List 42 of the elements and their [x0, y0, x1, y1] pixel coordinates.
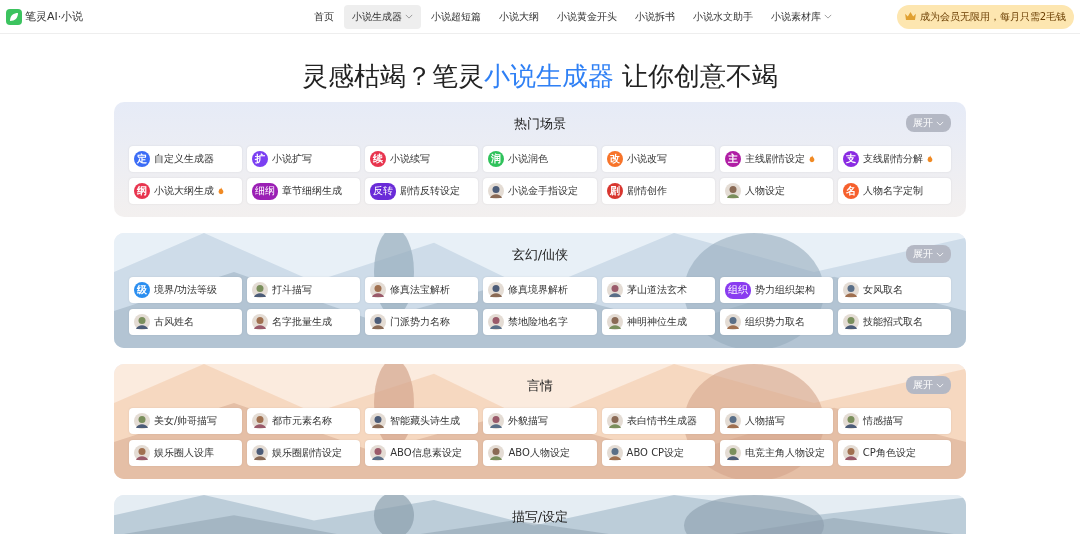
tool-badge: 扩 — [252, 151, 269, 167]
nav-link[interactable]: 小说大纲 — [491, 4, 547, 29]
nav-link[interactable]: 小说水文助手 — [685, 4, 761, 29]
tool-card[interactable]: 改 小说改写 — [601, 146, 715, 172]
tool-badge: 主 — [724, 151, 741, 167]
tool-card[interactable]: 纲 小说大纲生成 — [129, 178, 243, 204]
crown-icon — [904, 12, 916, 21]
tool-badge: 细纲 — [252, 182, 279, 200]
tool-card[interactable]: 定 自定义生成器 — [129, 146, 243, 172]
tool-badge: 润 — [488, 151, 505, 167]
tool-card[interactable]: 小说金手指设定 — [483, 178, 597, 204]
tool-badge: 续 — [370, 151, 387, 167]
section-title: 热门场景 — [514, 115, 566, 133]
tool-badge: 支 — [842, 151, 859, 167]
page-headline: 灵感枯竭？笔灵小说生成器 让你创意不竭 — [300, 60, 780, 93]
tool-badge: 定 — [134, 151, 150, 167]
tool-badge: 剧 — [606, 183, 623, 199]
member-promo-button[interactable]: 成为会员无限用，每月只需2毛钱 — [896, 4, 1074, 29]
tool-badge: 纲 — [134, 183, 150, 199]
tool-card[interactable]: 续 小说续写 — [365, 146, 479, 172]
leaf-logo-icon — [6, 8, 22, 25]
nav-link[interactable]: 首页 — [306, 4, 342, 29]
tool-card[interactable]: 扩 小说扩写 — [247, 146, 361, 172]
tool-card[interactable]: 支 支线剧情分解 — [837, 146, 951, 172]
section-title: 描写/设定 — [511, 508, 569, 526]
tool-card[interactable]: 剧 剧情创作 — [601, 178, 715, 204]
nav-link[interactable]: 小说素材库 — [763, 4, 840, 29]
tool-badge: 名 — [842, 183, 859, 199]
nav-link[interactable]: 小说超短篇 — [423, 4, 489, 29]
tool-card[interactable]: 反转 剧情反转设定 — [365, 178, 479, 204]
brand-name: 笔灵AI·小说 — [25, 9, 84, 24]
nav-link[interactable]: 小说生成器 — [344, 4, 421, 29]
tool-card[interactable]: 主 主线剧情设定 — [719, 146, 833, 172]
tool-card[interactable]: 名 人物名字定制 — [837, 178, 951, 204]
nav-link[interactable]: 小说黄金开头 — [549, 4, 625, 29]
tool-card[interactable]: 细纲 章节细纲生成 — [247, 178, 361, 204]
nav-link[interactable]: 小说拆书 — [627, 4, 683, 29]
tool-card[interactable]: 人物设定 — [719, 178, 833, 204]
tool-badge: 反转 — [370, 182, 397, 200]
tool-badge: 改 — [606, 151, 623, 167]
caret-icon — [936, 120, 944, 126]
tool-card[interactable]: 润 小说润色 — [483, 146, 597, 172]
